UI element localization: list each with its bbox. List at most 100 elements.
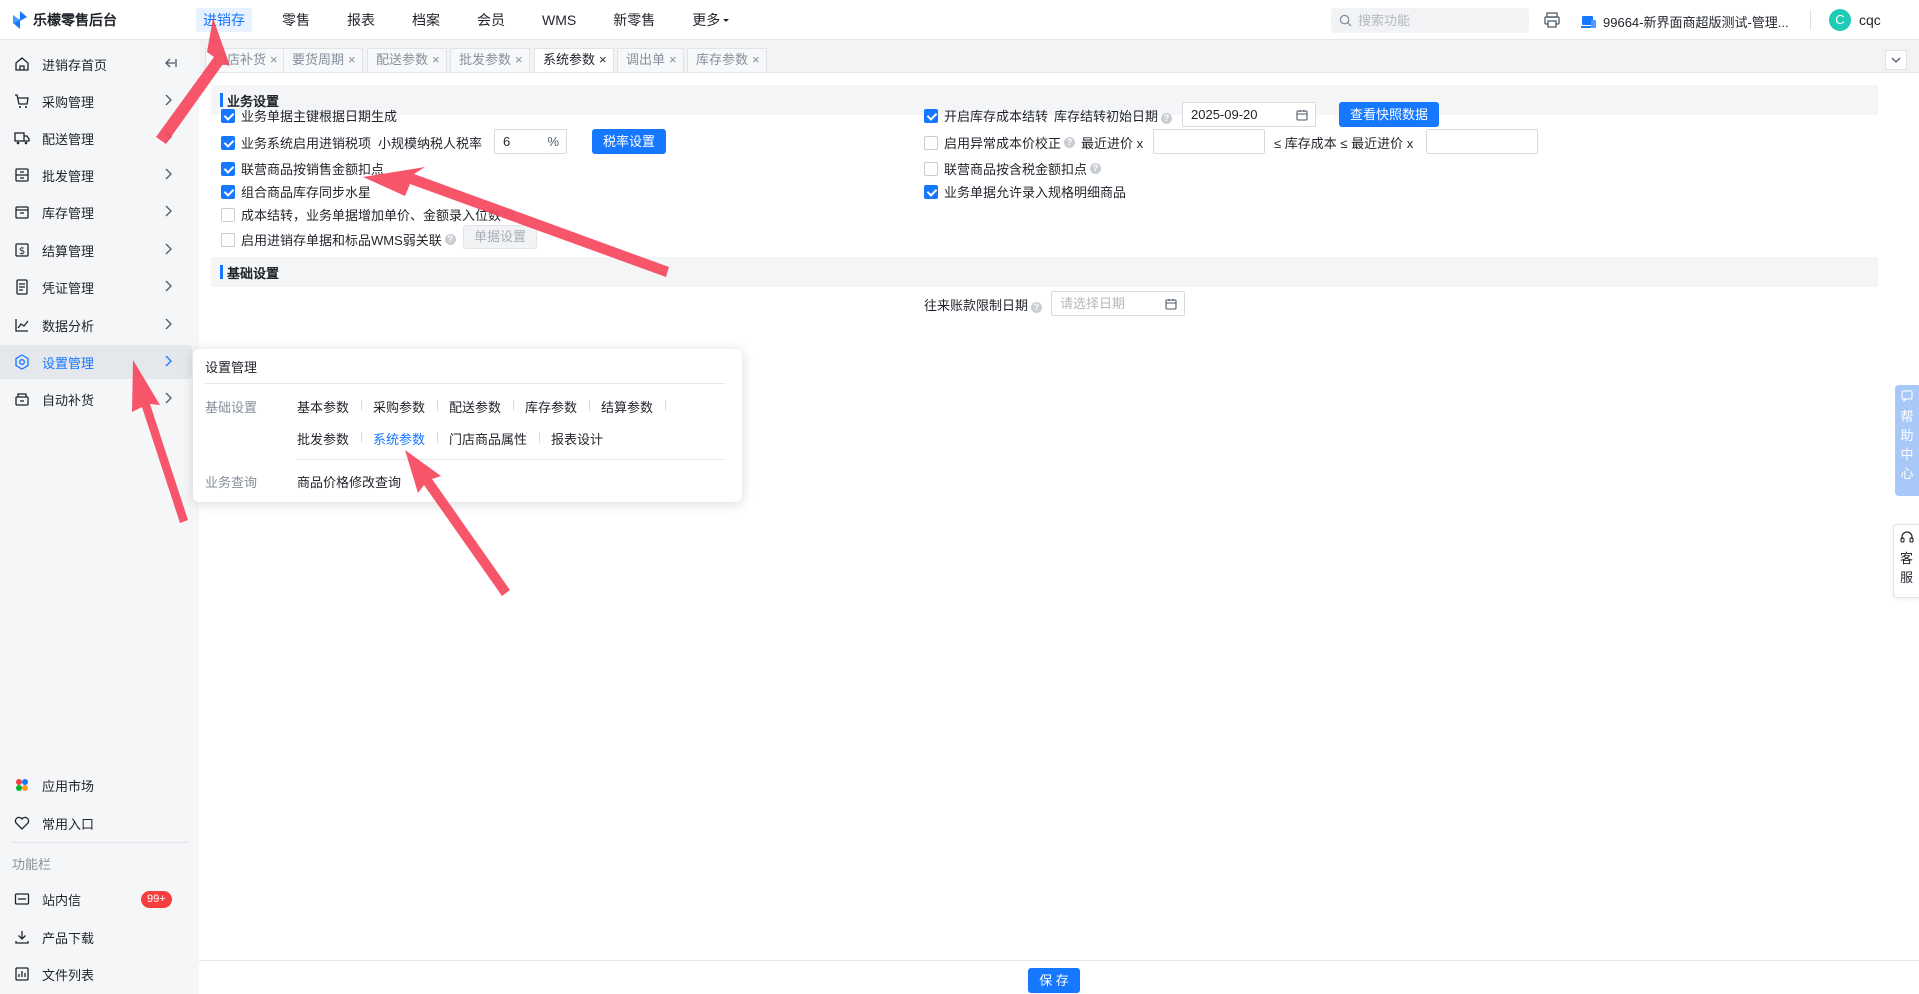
nav-item-more[interactable]: 更多: [685, 8, 737, 32]
opt-abnormal-cost-correct[interactable]: 启用异常成本价校正?: [924, 133, 1076, 152]
opt-spec-detail[interactable]: 业务单据允许录入规格明细商品: [924, 182, 1126, 201]
store-selector[interactable]: 99664-新界面商超版测试-管理...: [1581, 12, 1789, 31]
close-icon[interactable]: ×: [432, 52, 440, 67]
sidebar-item-app-market[interactable]: 应用市场: [0, 768, 192, 802]
tab-wholesale-params[interactable]: 批发参数 ×: [450, 48, 530, 72]
print-icon[interactable]: [1543, 11, 1561, 29]
opt-joint-sales-deduct[interactable]: 联营商品按销售金额扣点: [221, 159, 384, 178]
tab-store-replenish[interactable]: 门店补货 ×: [205, 48, 285, 72]
help-center-button[interactable]: 帮 助 中 心: [1895, 385, 1919, 496]
menu-purchase-params[interactable]: 采购参数: [373, 397, 425, 416]
close-icon[interactable]: ×: [669, 52, 677, 67]
search-input[interactable]: [1358, 13, 1518, 28]
help-icon[interactable]: ?: [504, 209, 516, 220]
app-market-icon: [13, 776, 31, 794]
upper-factor-input[interactable]: [1426, 129, 1538, 154]
tab-transfer-out[interactable]: 调出单 ×: [617, 48, 684, 72]
tab-system-params[interactable]: 系统参数 ×: [534, 48, 614, 72]
store-icon: [1581, 15, 1596, 28]
sidebar-item-label: 凭证管理: [42, 280, 95, 296]
sidebar-item-wholesale[interactable]: 批发管理: [0, 158, 192, 192]
close-icon[interactable]: ×: [348, 52, 356, 67]
checkbox[interactable]: [924, 135, 938, 150]
sidebar-item-replenish[interactable]: 自动补货: [0, 382, 192, 416]
app-logo[interactable]: 乐檬零售后台: [12, 11, 117, 29]
opt-cost-decimal[interactable]: 成本结转，业务单据增加单价、金额录入位数?: [221, 205, 516, 224]
close-icon[interactable]: ×: [515, 52, 523, 67]
option-label: 联营商品按含税金额扣点: [944, 162, 1088, 177]
menu-system-params[interactable]: 系统参数: [373, 429, 425, 448]
sidebar-item-files[interactable]: 文件列表: [0, 957, 192, 991]
user-menu[interactable]: C cqc: [1829, 9, 1881, 31]
unread-badge: 99+: [141, 891, 172, 908]
tab-order-cycle[interactable]: 要货周期 ×: [283, 48, 363, 72]
sidebar-item-download[interactable]: 产品下载: [0, 920, 192, 954]
link-divider: [513, 400, 514, 411]
tab-list-toggle[interactable]: [1885, 50, 1907, 70]
help-icon[interactable]: ?: [1064, 137, 1076, 148]
opt-enable-tax[interactable]: 业务系统启用进销税项: [221, 133, 371, 152]
tax-settings-button[interactable]: 税率设置: [592, 129, 666, 154]
tax-rate-input[interactable]: 6%: [494, 129, 567, 154]
view-snapshot-button[interactable]: 查看快照数据: [1339, 102, 1439, 127]
checkbox[interactable]: [924, 108, 938, 123]
menu-report-design[interactable]: 报表设计: [551, 429, 603, 448]
sidebar-item-home[interactable]: 进销存首页: [0, 47, 192, 81]
opt-date-primary-key[interactable]: 业务单据主键根据日期生成: [221, 106, 397, 125]
opt-joint-tax-deduct[interactable]: 联营商品按含税金额扣点?: [924, 159, 1102, 178]
top-nav: 进销存 零售 报表 档案 会员 WMS 新零售 更多: [196, 8, 760, 32]
help-icon[interactable]: ?: [444, 234, 456, 245]
tab-distribution-params[interactable]: 配送参数 ×: [367, 48, 447, 72]
help-icon[interactable]: ?: [1090, 163, 1102, 174]
checkbox[interactable]: [924, 184, 938, 199]
menu-store-product-attrs[interactable]: 门店商品属性: [449, 429, 527, 448]
search-box[interactable]: [1331, 8, 1529, 33]
document-settings-button[interactable]: 单据设置: [463, 225, 537, 249]
checkbox[interactable]: [221, 161, 235, 176]
nav-item-new-retail[interactable]: 新零售: [606, 8, 662, 32]
menu-inventory-params[interactable]: 库存参数: [525, 397, 577, 416]
nav-item-wms[interactable]: WMS: [535, 8, 583, 32]
menu-settlement-params[interactable]: 结算参数: [601, 397, 653, 416]
sidebar-item-purchase[interactable]: 采购管理: [0, 84, 192, 118]
sidebar-item-analysis[interactable]: 数据分析: [0, 308, 192, 342]
nav-item-retail[interactable]: 零售: [275, 8, 317, 32]
customer-service-button[interactable]: 客 服: [1893, 524, 1919, 598]
close-icon[interactable]: ×: [270, 52, 278, 67]
tab-inventory-params[interactable]: 库存参数 ×: [687, 48, 767, 72]
nav-item-archive[interactable]: 档案: [405, 8, 447, 32]
sidebar-item-settlement[interactable]: $ 结算管理: [0, 233, 192, 267]
collapse-sidebar-icon[interactable]: [163, 56, 177, 70]
menu-price-change-query[interactable]: 商品价格修改查询: [297, 472, 401, 491]
carry-start-date-input[interactable]: 2025-09-20: [1182, 102, 1316, 127]
menu-wholesale-params[interactable]: 批发参数: [297, 429, 349, 448]
checkbox[interactable]: [221, 135, 235, 150]
sidebar-item-favorites[interactable]: 常用入口: [0, 806, 192, 840]
menu-basic-params[interactable]: 基本参数: [297, 397, 349, 416]
save-button[interactable]: 保 存: [1028, 968, 1080, 993]
sidebar-item-settings[interactable]: 设置管理: [0, 345, 192, 379]
checkbox[interactable]: [221, 184, 235, 199]
checkbox[interactable]: [221, 108, 235, 123]
help-icon[interactable]: ?: [1161, 113, 1173, 124]
close-icon[interactable]: ×: [752, 52, 760, 67]
tab-label: 要货周期: [292, 52, 345, 67]
lower-factor-input[interactable]: [1153, 129, 1265, 154]
help-icon[interactable]: ?: [1031, 302, 1043, 313]
checkbox[interactable]: [221, 207, 235, 222]
sidebar-item-messages[interactable]: 站内信 99+: [0, 882, 192, 916]
opt-combo-sync[interactable]: 组合商品库存同步水星: [221, 182, 371, 201]
close-icon[interactable]: ×: [599, 52, 607, 67]
menu-distribution-params[interactable]: 配送参数: [449, 397, 501, 416]
ar-limit-date-input[interactable]: 请选择日期: [1051, 291, 1185, 316]
opt-inventory-cost-carry[interactable]: 开启库存成本结转: [924, 106, 1048, 125]
sidebar-item-distribution[interactable]: 配送管理: [0, 121, 192, 155]
sidebar-item-voucher[interactable]: 凭证管理: [0, 270, 192, 304]
nav-item-report[interactable]: 报表: [340, 8, 382, 32]
nav-item-jxc[interactable]: 进销存: [196, 8, 252, 32]
checkbox[interactable]: [924, 161, 938, 176]
nav-item-member[interactable]: 会员: [470, 8, 512, 32]
checkbox[interactable]: [221, 232, 235, 247]
sidebar-item-inventory[interactable]: 库存管理: [0, 195, 192, 229]
opt-wms-link[interactable]: 启用进销存单据和标品WMS弱关联?: [221, 230, 456, 249]
